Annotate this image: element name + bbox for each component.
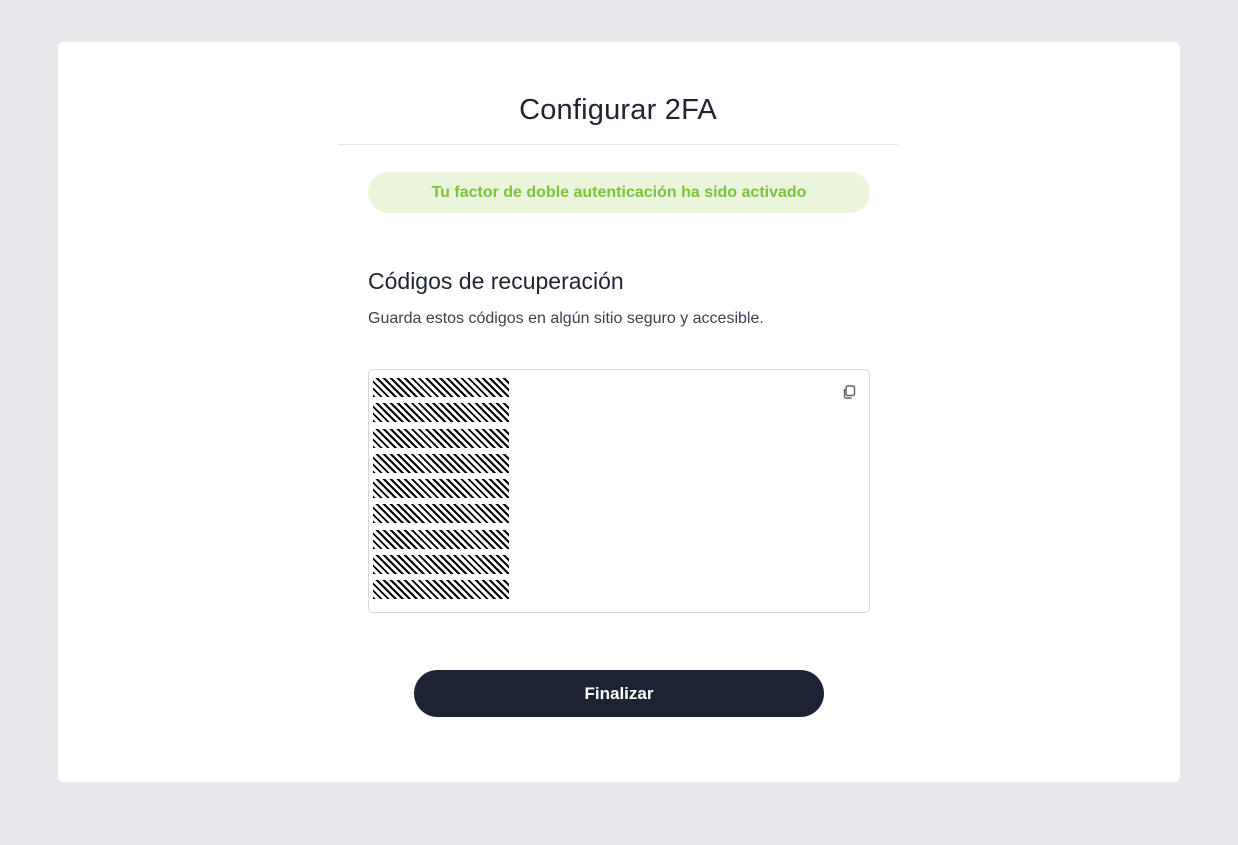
recovery-codes-list: [373, 378, 509, 606]
recovery-code: [373, 403, 509, 423]
recovery-code: [373, 479, 509, 499]
recovery-codes-title: Códigos de recuperación: [368, 268, 624, 294]
recovery-codes-description: Guarda estos códigos en algún sitio segu…: [368, 310, 764, 327]
setup-2fa-card: Configurar 2FA Tu factor de doble autent…: [58, 42, 1180, 782]
finish-button[interactable]: Finalizar: [414, 670, 824, 717]
copy-icon: [843, 385, 856, 399]
recovery-code: [373, 428, 509, 448]
page-title: Configurar 2FA: [519, 94, 717, 126]
recovery-codes-box[interactable]: [368, 369, 870, 613]
success-alert: Tu factor de doble autenticación ha sido…: [368, 172, 870, 213]
recovery-code: [373, 378, 509, 397]
recovery-code: [373, 529, 509, 549]
recovery-code: [373, 504, 509, 524]
recovery-code: [373, 555, 509, 575]
copy-codes-button[interactable]: [839, 382, 859, 402]
title-divider: [338, 144, 898, 145]
recovery-code: [373, 453, 509, 473]
recovery-code: [373, 580, 509, 600]
